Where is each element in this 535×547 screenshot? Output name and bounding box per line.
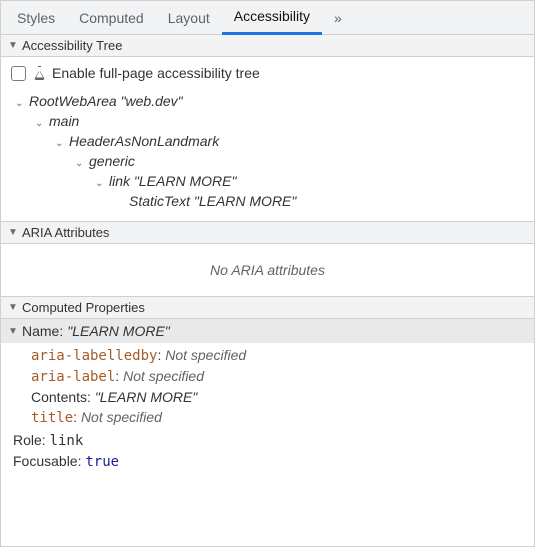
tree-node-label: HeaderAsNonLandmark [69, 133, 219, 149]
accessibility-tree-panel: Enable full-page accessibility tree ⌄ Ro… [1, 57, 534, 221]
panel-tabs: Styles Computed Layout Accessibility » [1, 1, 534, 35]
section-header-aria-attributes[interactable]: ▼ ARIA Attributes [1, 221, 534, 244]
attr-name: aria-labelledby [31, 348, 157, 364]
twisty-icon: ⌄ [35, 118, 45, 129]
tree-node[interactable]: StaticText "LEARN MORE" [7, 191, 528, 211]
section-title: ARIA Attributes [22, 225, 109, 240]
tab-accessibility[interactable]: Accessibility [222, 1, 322, 35]
computed-role-row: Role: link [1, 430, 534, 451]
role-value: link [50, 433, 84, 449]
tree-node-label: RootWebArea "web.dev" [29, 93, 183, 109]
twisty-icon [115, 198, 125, 209]
tree-node-label: generic [89, 153, 135, 169]
attr-name: Contents [31, 389, 87, 405]
attr-name: aria-label [31, 369, 115, 385]
disclosure-triangle-icon: ▼ [7, 40, 19, 51]
name-source-row: Contents: "LEARN MORE" [31, 387, 534, 407]
section-header-accessibility-tree[interactable]: ▼ Accessibility Tree [1, 35, 534, 57]
twisty-icon: ⌄ [15, 98, 25, 109]
computed-name-value: "LEARN MORE" [67, 323, 170, 339]
enable-full-page-tree-checkbox[interactable] [11, 66, 26, 81]
accessibility-tree: ⌄ RootWebArea "web.dev" ⌄ main ⌄ HeaderA… [7, 89, 528, 217]
tree-node-label: StaticText "LEARN MORE" [129, 193, 296, 209]
section-title: Computed Properties [22, 300, 145, 315]
role-label: Role: [13, 432, 50, 448]
twisty-icon: ⌄ [75, 158, 85, 169]
tree-node[interactable]: ⌄ generic [7, 151, 528, 171]
tree-node[interactable]: ⌄ link "LEARN MORE" [7, 171, 528, 191]
attr-value: Not specified [123, 368, 204, 384]
attr-value: Not specified [81, 409, 162, 425]
tree-node-label: link "LEARN MORE" [109, 173, 236, 189]
name-source-row: aria-label: Not specified [31, 366, 534, 387]
name-source-row: title: Not specified [31, 407, 534, 428]
aria-empty-text: No ARIA attributes [7, 248, 528, 292]
section-header-computed-properties[interactable]: ▼ Computed Properties [1, 296, 534, 319]
section-title: Accessibility Tree [22, 38, 122, 53]
disclosure-triangle-icon: ▼ [7, 227, 19, 238]
tabs-overflow-button[interactable]: » [322, 10, 354, 26]
twisty-icon: ⌄ [95, 178, 105, 189]
tab-computed[interactable]: Computed [67, 1, 156, 35]
tree-node[interactable]: ⌄ RootWebArea "web.dev" [7, 91, 528, 111]
focusable-label: Focusable: [13, 453, 85, 469]
enable-full-page-tree-label: Enable full-page accessibility tree [52, 65, 260, 81]
tab-layout[interactable]: Layout [156, 1, 222, 35]
tree-node-label: main [49, 113, 79, 129]
computed-name-row[interactable]: ▼ Name: "LEARN MORE" [1, 319, 534, 343]
computed-focusable-row: Focusable: true [1, 451, 534, 472]
tree-node[interactable]: ⌄ HeaderAsNonLandmark [7, 131, 528, 151]
name-source-row: aria-labelledby: Not specified [31, 345, 534, 366]
enable-full-page-tree-row: Enable full-page accessibility tree [7, 61, 528, 89]
attr-value: "LEARN MORE" [95, 389, 198, 405]
disclosure-triangle-icon: ▼ [7, 326, 19, 337]
tab-styles[interactable]: Styles [5, 1, 67, 35]
twisty-icon: ⌄ [55, 138, 65, 149]
focusable-value: true [85, 454, 119, 470]
aria-attributes-panel: No ARIA attributes [1, 244, 534, 296]
tree-node[interactable]: ⌄ main [7, 111, 528, 131]
attr-value: Not specified [165, 347, 246, 363]
attr-name: title [31, 410, 73, 426]
computed-name-label: Name: [22, 323, 63, 339]
disclosure-triangle-icon: ▼ [7, 302, 19, 313]
experiment-icon [32, 66, 46, 80]
computed-properties-panel: ▼ Name: "LEARN MORE" aria-labelledby: No… [1, 319, 534, 472]
computed-name-sources: aria-labelledby: Not specified aria-labe… [1, 343, 534, 430]
